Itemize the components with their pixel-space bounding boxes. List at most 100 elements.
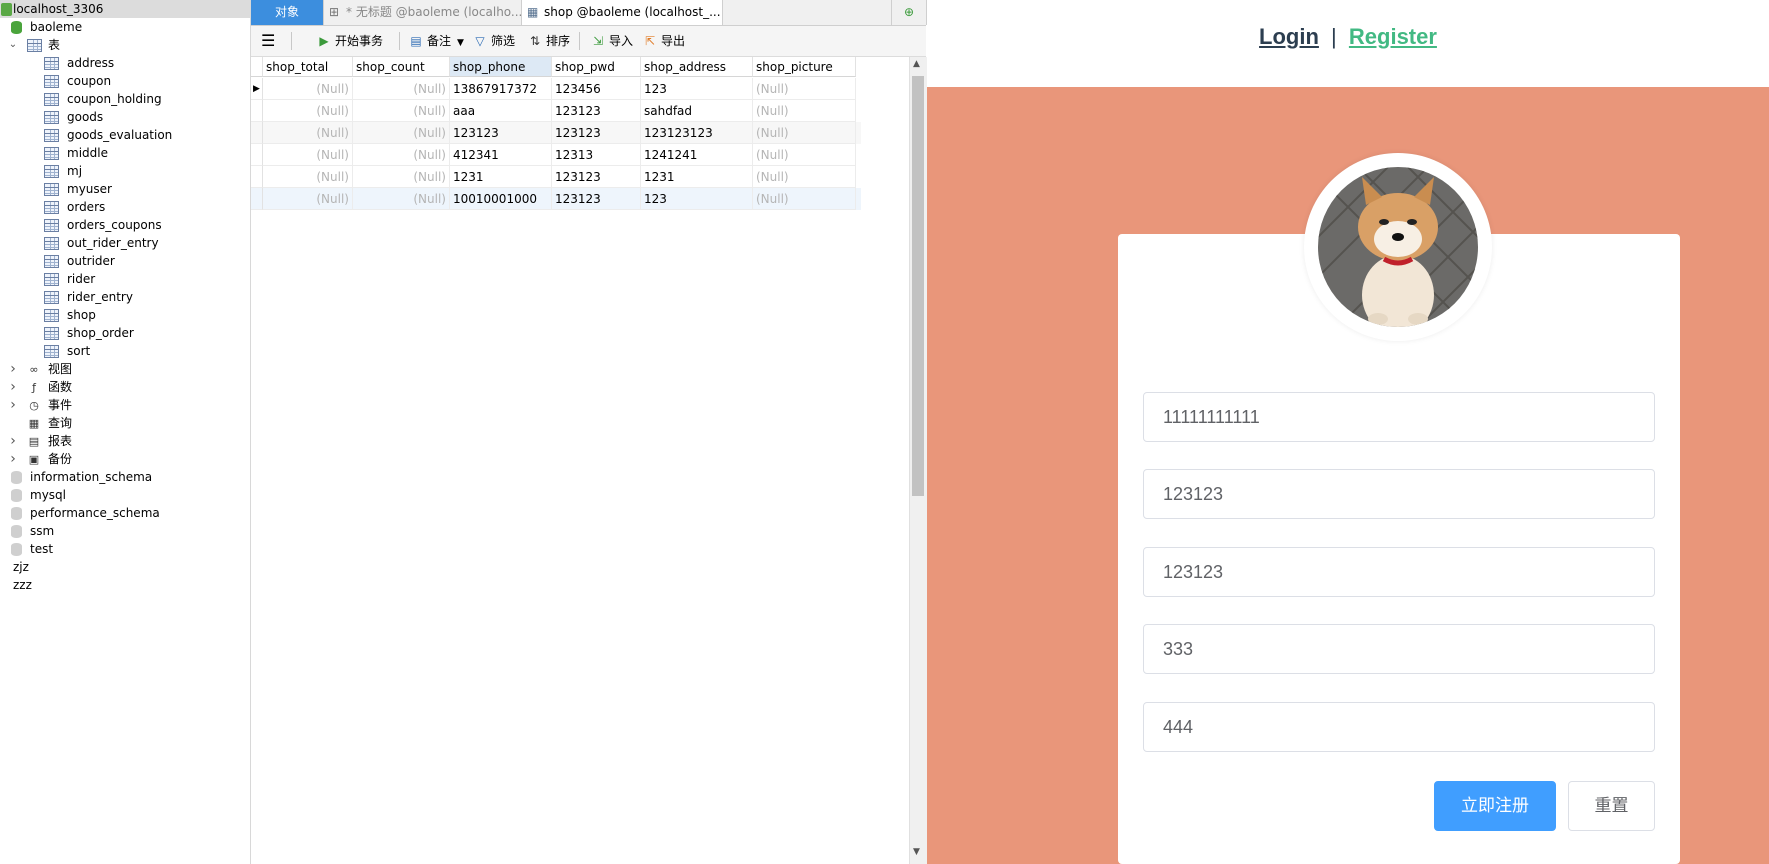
table-cell[interactable]: (Null) [263,144,353,166]
table-icon [44,291,59,304]
database-icon [11,507,22,520]
table-icon: ▦ [527,5,539,19]
export-icon: ⇱ [644,34,656,48]
table-cell[interactable]: 123123 [450,122,552,144]
login-link[interactable]: Login [1259,24,1319,49]
tab-shop[interactable]: ▦ shop @baoleme (localhost_... [522,0,723,25]
begin-transaction-button[interactable]: ▶ 开始事务 [317,31,383,51]
form-input[interactable]: 123123 [1143,547,1655,597]
table-icon [44,165,59,178]
table-cell[interactable]: 10010001000 [450,188,552,210]
column-header[interactable]: shop_pwd [552,57,641,77]
form-input[interactable]: 333 [1143,624,1655,674]
table-cell[interactable]: (Null) [353,78,450,100]
table-cell[interactable]: 1231 [641,166,753,188]
table-cell[interactable]: (Null) [753,144,856,166]
table-cell[interactable]: 123456 [552,78,641,100]
tab-untitled-query[interactable]: ⊞ * 无标题 @baoleme (localho... [324,0,522,25]
column-header[interactable]: shop_total [263,57,353,77]
table-icon [44,309,59,322]
table-cell[interactable]: 1231 [450,166,552,188]
chevron-right-icon[interactable]: › [8,396,18,414]
table-cell[interactable]: 412341 [450,144,552,166]
column-header[interactable]: shop_phone [450,57,552,77]
chevron-right-icon[interactable]: › [8,360,18,378]
glasses-icon: ∞ [29,363,39,376]
table-cell[interactable]: 1241241 [641,144,753,166]
table-cell[interactable]: (Null) [263,122,353,144]
table-cell[interactable]: 12313 [552,144,641,166]
table-icon [44,201,59,214]
form-input[interactable]: 11111111111 [1143,392,1655,442]
new-tab-icon[interactable]: ⊕ [891,0,927,25]
form-input[interactable]: 123123 [1143,469,1655,519]
grid-corner [251,57,263,77]
connection-localhost[interactable]: localhost_3306 [0,0,250,18]
table-cell[interactable]: 123 [641,78,753,100]
table-cell[interactable]: (Null) [263,166,353,188]
table-row[interactable]: (Null) (Null) 1231 123123 1231 (Null) [251,166,861,188]
table-row[interactable]: (Null) (Null) 10010001000 123123 123 (Null) [251,188,861,210]
table-cell[interactable]: 123 [641,188,753,210]
row-indicator[interactable] [251,188,263,210]
chevron-down-icon[interactable]: ⌄ [8,36,18,54]
reset-button[interactable]: 重置 [1568,781,1655,831]
register-link[interactable]: Register [1349,24,1437,49]
table-cell[interactable]: (Null) [353,188,450,210]
import-button[interactable]: ⇲ 导入 [591,31,633,51]
table-row[interactable]: (Null) (Null) aaa 123123 sahdfad (Null) [251,100,861,122]
navicat-main: 对象 ⊞ * 无标题 @baoleme (localho... ▦ shop @… [251,0,927,864]
toolbar: ☰ ▶ 开始事务 ▤ 备注 ▼ ▽ 筛选 ⇅ 排序 ⇲ 导入 ⇱ 导出 [251,26,926,57]
vertical-scrollbar[interactable]: ▲ ▼ [909,57,927,864]
table-cell[interactable]: (Null) [753,122,856,144]
row-indicator[interactable] [251,122,263,144]
row-indicator[interactable] [251,144,263,166]
database-icon [11,471,22,484]
table-cell[interactable]: (Null) [353,166,450,188]
table-cell[interactable]: (Null) [353,122,450,144]
row-indicator[interactable] [251,100,263,122]
table-cell[interactable]: 123123 [552,188,641,210]
scroll-down-icon[interactable]: ▼ [913,847,920,857]
scroll-up-icon[interactable]: ▲ [913,59,920,69]
table-cell[interactable]: (Null) [263,188,353,210]
table-cell[interactable]: (Null) [753,166,856,188]
tab-objects[interactable]: 对象 [251,0,324,25]
row-indicator[interactable] [251,166,263,188]
menu-icon[interactable]: ☰ [261,31,275,51]
database-icon [11,525,22,538]
table-cell[interactable]: (Null) [263,78,353,100]
table-cell[interactable]: (Null) [753,100,856,122]
note-button[interactable]: ▤ 备注 ▼ [409,31,464,51]
register-button[interactable]: 立即注册 [1434,781,1556,831]
table-cell[interactable]: 123123123 [641,122,753,144]
table-cell[interactable]: 123123 [552,100,641,122]
table-row[interactable]: (Null) (Null) 412341 12313 1241241 (Null) [251,144,861,166]
form-input[interactable]: 444 [1143,702,1655,752]
column-header[interactable]: shop_picture [753,57,856,77]
table-icon [44,129,59,142]
chevron-right-icon[interactable]: › [8,450,18,468]
table-cell[interactable]: aaa [450,100,552,122]
table-cell[interactable]: (Null) [353,100,450,122]
table-cell[interactable]: (Null) [263,100,353,122]
export-button[interactable]: ⇱ 导出 [643,31,685,51]
table-cell[interactable]: (Null) [753,188,856,210]
column-header[interactable]: shop_count [353,57,450,77]
table-row[interactable]: ▶ (Null) (Null) 13867917372 123456 123 (Null) [251,78,861,100]
chevron-right-icon[interactable]: › [8,378,18,396]
table-cell[interactable]: 13867917372 [450,78,552,100]
table-row[interactable]: (Null) (Null) 123123 123123 123123123 (Null) [251,122,861,144]
table-cell[interactable]: (Null) [753,78,856,100]
table-icon [44,255,59,268]
table-cell[interactable]: 123123 [552,122,641,144]
scrollbar-thumb[interactable] [912,76,924,496]
row-indicator[interactable]: ▶ [251,78,263,100]
chevron-right-icon[interactable]: › [8,432,18,450]
table-cell[interactable]: sahdfad [641,100,753,122]
table-cell[interactable]: 123123 [552,166,641,188]
filter-button[interactable]: ▽ 筛选 [473,31,515,51]
column-header[interactable]: shop_address [641,57,753,77]
sort-button[interactable]: ⇅ 排序 [528,31,570,51]
table-cell[interactable]: (Null) [353,144,450,166]
